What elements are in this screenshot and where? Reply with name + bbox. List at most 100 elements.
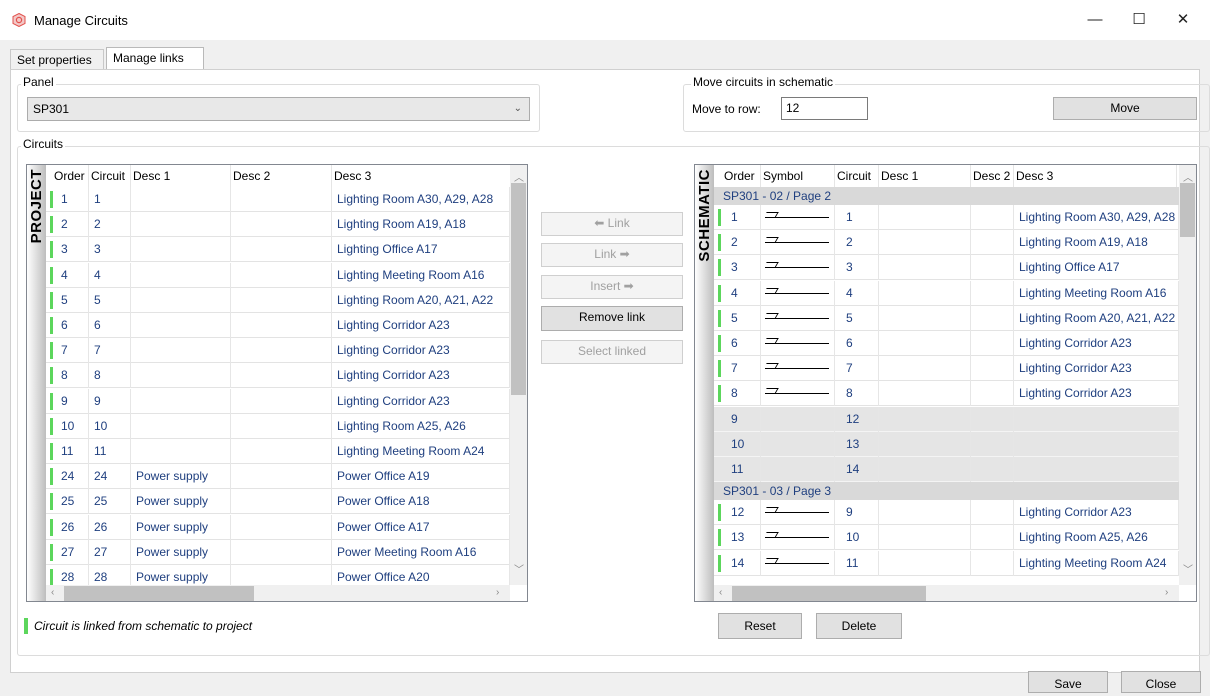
symbol-cell [761, 525, 835, 551]
order-cell: 12 [726, 500, 761, 526]
table-row[interactable]: 27 27 Power supply Power Meeting Room A16 [46, 539, 510, 565]
schematic-vertical-scrollbar[interactable]: ︿ ﹀ [1179, 165, 1196, 585]
project-grid[interactable]: PROJECT Order Circuit Desc 1 Desc 2 Desc… [26, 164, 528, 602]
header-symbol[interactable]: Symbol [761, 165, 835, 187]
schematic-grid[interactable]: SCHEMATIC Order Symbol Circuit Desc 1 De… [694, 164, 1197, 602]
header-desc3[interactable]: Desc 3 [332, 165, 522, 187]
reset-button[interactable]: Reset [718, 613, 802, 639]
circuit-cell: 5 [841, 305, 879, 331]
table-row[interactable]: 25 25 Power supply Power Office A18 [46, 489, 510, 515]
table-row[interactable]: 11 14 [714, 457, 1179, 482]
table-row[interactable]: 5 5 Lighting Room A20, A21, A22 [46, 287, 510, 313]
desc2-cell [231, 464, 332, 490]
scroll-thumb[interactable] [64, 586, 254, 601]
table-row[interactable]: 26 26 Power supply Power Office A17 [46, 514, 510, 540]
panel-select[interactable]: SP301 ⌄ [27, 97, 530, 121]
scroll-thumb[interactable] [732, 586, 926, 601]
order-cell: 5 [726, 305, 761, 331]
scroll-thumb[interactable] [1180, 183, 1195, 237]
schematic-sidebar: SCHEMATIC [695, 165, 714, 601]
table-row[interactable]: 6 6 Lighting Corridor A23 [46, 313, 510, 338]
symbol-cell [761, 381, 835, 407]
table-row[interactable]: 3 3 Lighting Office A17 [714, 255, 1179, 281]
move-button[interactable]: Move [1053, 97, 1197, 120]
table-row[interactable]: 1 1 Lighting Room A30, A29, A28 [46, 187, 510, 212]
table-row[interactable]: 2 2 Lighting Room A19, A18 [714, 230, 1179, 256]
order-cell: 7 [726, 356, 761, 382]
table-row[interactable]: 9 12 [714, 406, 1179, 432]
table-row[interactable]: 5 5 Lighting Room A20, A21, A22 [714, 305, 1179, 331]
table-row[interactable]: 2 2 Lighting Room A19, A18 [46, 212, 510, 238]
move-to-row-input[interactable]: 12 [781, 97, 868, 120]
minimize-button[interactable]: — [1080, 8, 1110, 32]
select-linked-button[interactable]: Select linked [541, 340, 683, 364]
desc1-cell [879, 457, 971, 482]
desc2-cell [971, 356, 1014, 382]
scroll-up-icon[interactable]: ︿ [1183, 169, 1193, 184]
link-right-button[interactable]: Link ➡ [541, 243, 683, 267]
linked-indicator [50, 266, 53, 284]
header-desc2[interactable]: Desc 2 [971, 165, 1014, 187]
remove-link-button[interactable]: Remove link [541, 306, 683, 331]
table-row[interactable]: 10 10 Lighting Room A25, A26 [46, 413, 510, 439]
symbol-cell [761, 457, 835, 482]
desc3-cell: Lighting Corridor A23 [1014, 500, 1179, 526]
table-row[interactable]: 24 24 Power supply Power Office A19 [46, 464, 510, 490]
scroll-thumb[interactable] [511, 183, 526, 395]
scroll-down-icon[interactable]: ﹀ [514, 561, 524, 576]
table-row[interactable]: 7 7 Lighting Corridor A23 [714, 356, 1179, 382]
close-window-button[interactable]: ✕ [1168, 8, 1198, 32]
desc1-cell [131, 287, 231, 313]
scroll-right-icon[interactable]: › [496, 587, 499, 598]
table-row[interactable]: 10 13 [714, 431, 1179, 457]
circuit-cell: 3 [841, 255, 879, 281]
table-row[interactable]: 11 11 Lighting Meeting Room A24 [46, 439, 510, 464]
switch-line [765, 368, 829, 370]
scroll-left-icon[interactable]: ‹ [719, 587, 722, 598]
desc2-cell [231, 388, 332, 414]
table-row[interactable]: 6 6 Lighting Corridor A23 [714, 331, 1179, 356]
app-logo-icon [12, 13, 26, 27]
desc2-cell [971, 406, 1014, 432]
table-row[interactable]: 3 3 Lighting Office A17 [46, 237, 510, 263]
header-desc2[interactable]: Desc 2 [231, 165, 332, 187]
circuit-cell: 14 [841, 457, 879, 482]
header-desc3[interactable]: Desc 3 [1014, 165, 1177, 187]
header-order[interactable]: Order [52, 165, 89, 187]
insert-button[interactable]: Insert ➡ [541, 275, 683, 299]
scroll-up-icon[interactable]: ︿ [514, 169, 524, 184]
linked-indicator [718, 335, 721, 352]
maximize-button[interactable]: ☐ [1124, 8, 1154, 32]
table-row[interactable]: 4 4 Lighting Meeting Room A16 [46, 262, 510, 288]
tab-set-properties[interactable]: Set properties [10, 49, 104, 69]
table-row[interactable]: 8 8 Lighting Corridor A23 [46, 363, 510, 389]
table-row[interactable]: 9 9 Lighting Corridor A23 [46, 388, 510, 414]
tab-manage-links[interactable]: Manage links [106, 47, 204, 70]
project-horizontal-scrollbar[interactable]: ‹ › [46, 585, 510, 601]
circuit-cell: 3 [89, 237, 131, 263]
header-order[interactable]: Order [722, 165, 761, 187]
scroll-down-icon[interactable]: ﹀ [1183, 561, 1193, 576]
table-row[interactable]: 12 9 Lighting Corridor A23 [714, 500, 1179, 526]
project-vertical-scrollbar[interactable]: ︿ ﹀ [510, 165, 527, 585]
order-cell: 4 [726, 280, 761, 306]
table-row[interactable]: 7 7 Lighting Corridor A23 [46, 338, 510, 364]
table-row[interactable]: 4 4 Lighting Meeting Room A16 [714, 280, 1179, 306]
link-left-button[interactable]: ⬅ Link [541, 212, 683, 236]
schematic-horizontal-scrollbar[interactable]: ‹ › [714, 585, 1179, 601]
switch-line [765, 317, 829, 319]
scroll-left-icon[interactable]: ‹ [51, 587, 54, 598]
header-desc1[interactable]: Desc 1 [879, 165, 971, 187]
scroll-right-icon[interactable]: › [1165, 587, 1168, 598]
header-desc1[interactable]: Desc 1 [131, 165, 231, 187]
circuit-cell: 9 [89, 388, 131, 414]
delete-button[interactable]: Delete [816, 613, 902, 639]
group-header: SP301 - 03 / Page 3 [714, 482, 1179, 501]
table-row[interactable]: 1 1 Lighting Room A30, A29, A28 [714, 205, 1179, 230]
table-row[interactable]: 8 8 Lighting Corridor A23 [714, 381, 1179, 407]
table-row[interactable]: 13 10 Lighting Room A25, A26 [714, 525, 1179, 551]
header-circuit[interactable]: Circuit [835, 165, 879, 187]
header-circuit[interactable]: Circuit [89, 165, 131, 187]
table-row[interactable]: 14 11 Lighting Meeting Room A24 [714, 550, 1179, 576]
window-title: Manage Circuits [34, 13, 128, 28]
